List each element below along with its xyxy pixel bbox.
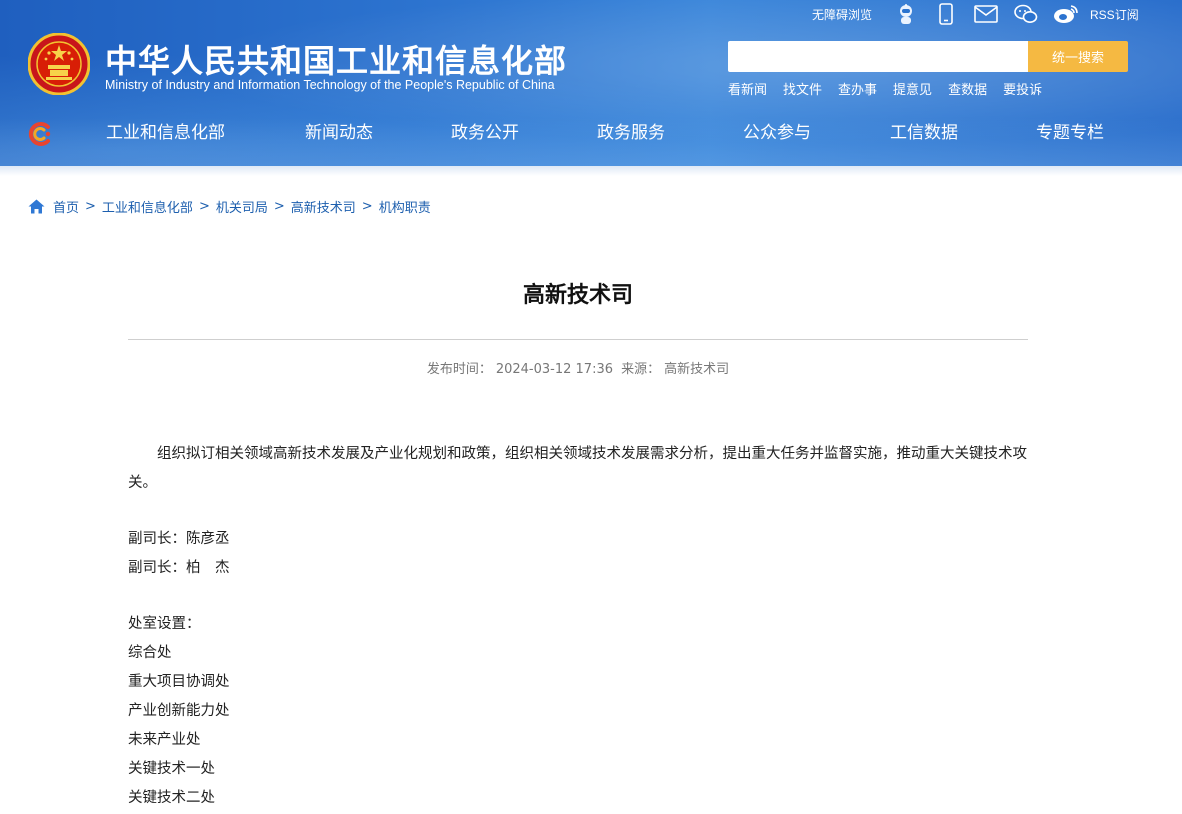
division-item: 关键技术一处 xyxy=(128,761,215,777)
breadcrumb-departments[interactable]: 机关司局 xyxy=(216,197,268,216)
leader-item: 副司长：柏 杰 xyxy=(128,560,230,576)
mobile-icon[interactable] xyxy=(933,1,959,27)
nav-item-topics[interactable]: 专题专栏 xyxy=(1036,118,1104,143)
divisions-label: 处室设置： xyxy=(128,616,201,632)
nav-item-news[interactable]: 新闻动态 xyxy=(305,118,373,143)
nav-item-data[interactable]: 工信数据 xyxy=(890,118,958,143)
main-nav: 工业和信息化部 新闻动态 政务公开 政务服务 公众参与 工信数据 专题专栏 xyxy=(80,118,1182,148)
breadcrumb: 首页 > 工业和信息化部 > 机关司局 > 高新技术司 > 机构职责 xyxy=(28,197,431,216)
article-paragraph: 组织拟订相关领域高新技术发展及产业化规划和政策，组织相关领域技术发展需求分析，提… xyxy=(128,446,1027,491)
breadcrumb-functions[interactable]: 机构职责 xyxy=(379,197,431,216)
breadcrumb-separator: > xyxy=(198,199,210,214)
site-subtitle: Ministry of Industry and Information Tec… xyxy=(105,78,555,92)
search-input[interactable] xyxy=(728,41,1028,72)
quick-link-feedback[interactable]: 提意见 xyxy=(893,79,932,98)
division-item: 产业创新能力处 xyxy=(128,703,230,719)
nav-item-participation[interactable]: 公众参与 xyxy=(743,118,811,143)
breadcrumb-home[interactable]: 首页 xyxy=(53,197,79,216)
rss-link[interactable]: RSS订阅 xyxy=(1090,6,1139,23)
search-button[interactable]: 统一搜索 xyxy=(1028,41,1128,72)
quick-links: 看新闻 找文件 查办事 提意见 查数据 要投诉 xyxy=(728,79,1058,98)
top-links: 无障碍浏览 RSS订阅 xyxy=(812,0,1153,28)
breadcrumb-separator: > xyxy=(273,199,285,214)
quick-link-news[interactable]: 看新闻 xyxy=(728,79,767,98)
search-bar: 统一搜索 xyxy=(728,41,1128,72)
weibo-icon[interactable] xyxy=(1053,1,1079,27)
quick-link-services[interactable]: 查办事 xyxy=(838,79,877,98)
nav-item-miit[interactable]: 工业和信息化部 xyxy=(106,118,225,143)
publish-time: 2024-03-12 17:36 xyxy=(495,362,613,377)
wechat-icon[interactable] xyxy=(1013,1,1039,27)
national-emblem-icon[interactable] xyxy=(28,33,90,95)
article-meta: 发布时间： 2024-03-12 17:36 来源： 高新技术司 xyxy=(128,358,1028,377)
source-label: 来源： xyxy=(621,362,661,377)
division-item: 综合处 xyxy=(128,645,172,661)
division-item: 重大项目协调处 xyxy=(128,674,230,690)
nav-item-services[interactable]: 政务服务 xyxy=(597,118,665,143)
title-divider xyxy=(128,339,1028,340)
article-title: 高新技术司 xyxy=(522,283,633,308)
breadcrumb-hitech-dept[interactable]: 高新技术司 xyxy=(291,197,356,216)
breadcrumb-miit[interactable]: 工业和信息化部 xyxy=(102,197,193,216)
header-shadow xyxy=(0,166,1182,176)
quick-link-complaint[interactable]: 要投诉 xyxy=(1003,79,1042,98)
quick-link-data[interactable]: 查数据 xyxy=(948,79,987,98)
miit-logo-icon[interactable] xyxy=(26,120,54,148)
division-item: 关键技术二处 xyxy=(128,790,215,806)
accessibility-link[interactable]: 无障碍浏览 xyxy=(812,6,872,23)
breadcrumb-separator: > xyxy=(85,199,96,214)
division-item: 未来产业处 xyxy=(128,732,201,748)
article-body: 组织拟订相关领域高新技术发展及产业化规划和政策，组织相关领域技术发展需求分析，提… xyxy=(128,440,1028,813)
breadcrumb-separator: > xyxy=(361,199,373,214)
quick-link-files[interactable]: 找文件 xyxy=(783,79,822,98)
publish-time-label: 发布时间： xyxy=(426,362,492,377)
site-title[interactable]: 中华人民共和国工业和信息化部 xyxy=(105,36,567,82)
nav-item-public-affairs[interactable]: 政务公开 xyxy=(451,118,519,143)
robot-icon[interactable] xyxy=(893,1,919,27)
source-value: 高新技术司 xyxy=(664,362,730,377)
mail-icon[interactable] xyxy=(973,1,999,27)
site-header: 中华人民共和国工业和信息化部 Ministry of Industry and … xyxy=(0,0,1182,166)
home-icon[interactable] xyxy=(28,199,45,214)
leader-item: 副司长：陈彦丞 xyxy=(128,531,230,547)
